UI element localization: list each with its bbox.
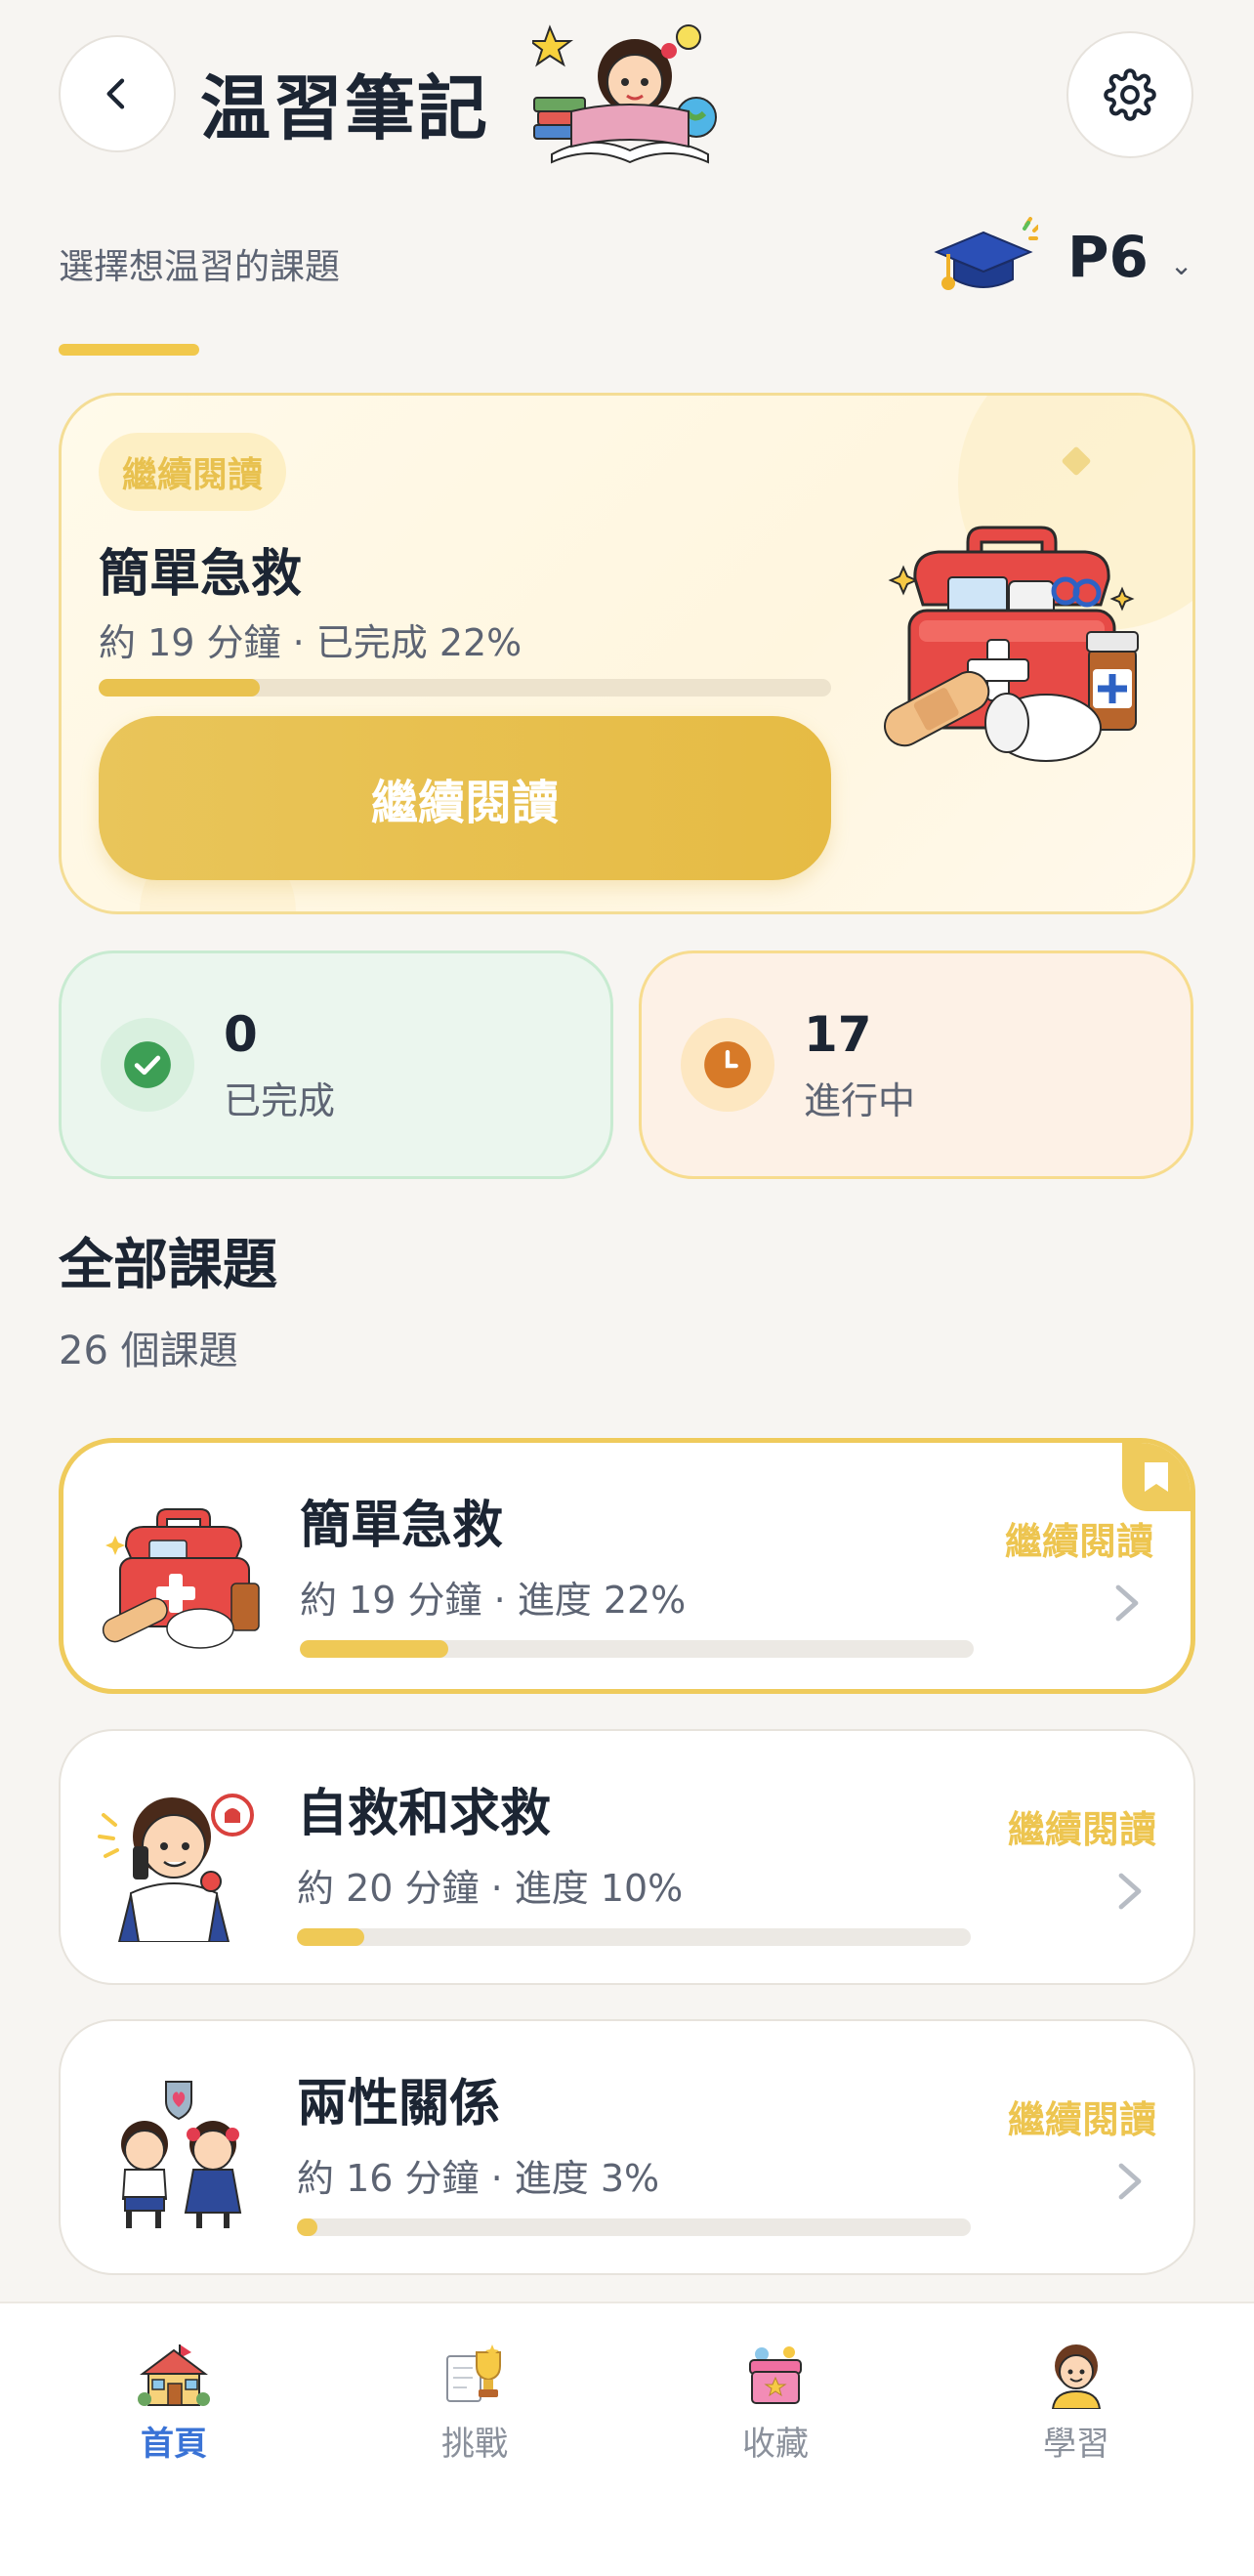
continue-reading-button[interactable]: 繼續閱讀: [99, 716, 831, 880]
topic-name: 兩性關係: [297, 2075, 501, 2133]
topic-progress-fill: [300, 1640, 448, 1658]
continue-badge: 繼續閱讀: [99, 433, 287, 511]
continue-reading-link[interactable]: 繼續閱讀: [1005, 1511, 1153, 1565]
treasure-box-icon: [749, 2346, 802, 2404]
grade-label: P6: [1067, 224, 1149, 290]
bottom-navigation: 首頁 挑戰 收藏 學習: [0, 2302, 1254, 2576]
completed-count: 0: [224, 1005, 258, 1063]
topic-count: 26 個課題: [59, 1329, 238, 1373]
nav-item-home[interactable]: 首頁: [76, 2341, 272, 2465]
topic-meta: 約 16 分鐘 · 進度 3%: [297, 2157, 660, 2200]
topic-meta: 約 19 分鐘 · 進度 22%: [300, 1579, 687, 1622]
nav-label: 挑戰: [441, 2425, 508, 2464]
back-button[interactable]: [59, 35, 176, 152]
continue-progress-fill: [99, 679, 260, 697]
continue-progress-bar: [99, 679, 831, 697]
bookmark-badge: [1122, 1443, 1191, 1511]
nav-item-learning[interactable]: 學習: [979, 2341, 1174, 2465]
house-icon: [138, 2344, 210, 2406]
in-progress-icon-wrap: [681, 1018, 774, 1112]
topic-progress-bar: [300, 1640, 974, 1658]
page-title: 温習筆記: [200, 67, 490, 149]
girl-reading-icon: [532, 24, 717, 164]
completed-label: 已完成: [224, 1078, 336, 1122]
bookmark-icon: [1145, 1462, 1168, 1492]
in-progress-stat-card[interactable]: 17 進行中: [639, 950, 1193, 1179]
topic-card[interactable]: 簡單急救 約 19 分鐘 · 進度 22% 繼續閱讀: [59, 1438, 1195, 1694]
boy-girl-icon: [121, 2081, 242, 2228]
trophy-icon: [446, 2344, 501, 2402]
chevron-right-icon[interactable]: [1115, 2160, 1145, 2203]
completed-icon-wrap: [101, 1018, 194, 1112]
completed-stat-card[interactable]: 0 已完成: [59, 950, 613, 1179]
nav-label: 學習: [1043, 2425, 1109, 2464]
nav-label: 收藏: [742, 2425, 809, 2464]
topic-name: 自救和求救: [297, 1785, 552, 1843]
first-aid-kit-icon: [102, 1508, 260, 1649]
nav-item-challenge[interactable]: 挑戰: [377, 2341, 572, 2465]
graduation-cap-icon: [934, 217, 1038, 290]
topic-progress-bar: [297, 2218, 971, 2236]
chevron-right-icon[interactable]: [1115, 1870, 1145, 1913]
continue-reading-link[interactable]: 繼續閱讀: [1008, 2090, 1156, 2143]
continue-reading-link[interactable]: 繼續閱讀: [1008, 1799, 1156, 1853]
section-title: 全部課題: [59, 1234, 277, 1297]
grade-selector[interactable]: P6 ⌄: [933, 217, 1192, 297]
chevron-right-icon[interactable]: [1112, 1582, 1142, 1625]
chevron-left-icon: [106, 78, 125, 109]
page-subtitle: 選擇想温習的課題: [59, 247, 341, 287]
topic-name: 簡單急救: [300, 1497, 504, 1555]
chevron-down-icon: ⌄: [1169, 248, 1193, 281]
topic-progress-bar: [297, 1928, 971, 1946]
continue-title: 簡單急救: [99, 545, 303, 604]
boy-calling-icon: [98, 1794, 254, 1942]
student-icon: [1051, 2344, 1102, 2410]
settings-button[interactable]: [1066, 31, 1193, 158]
nav-label: 首頁: [141, 2425, 207, 2464]
check-circle-icon: [124, 1041, 171, 1088]
topic-progress-fill: [297, 2218, 317, 2236]
in-progress-label: 進行中: [804, 1078, 916, 1122]
nav-item-collection[interactable]: 收藏: [678, 2341, 873, 2465]
topic-meta: 約 20 分鐘 · 進度 10%: [297, 1867, 684, 1910]
continue-meta: 約 19 分鐘 · 已完成 22%: [99, 621, 522, 664]
clock-icon: [704, 1041, 751, 1088]
first-aid-kit-icon: [884, 526, 1139, 762]
accent-underline: [59, 344, 199, 356]
in-progress-count: 17: [804, 1005, 872, 1063]
topic-card[interactable]: 兩性關係 約 16 分鐘 · 進度 3% 繼續閱讀: [59, 2019, 1195, 2275]
gear-icon: [1104, 68, 1156, 121]
continue-reading-card[interactable]: 繼續閱讀 簡單急救 約 19 分鐘 · 已完成 22% 繼續閱讀: [59, 393, 1195, 914]
topic-progress-fill: [297, 1928, 364, 1946]
topic-card[interactable]: 自救和求救 約 20 分鐘 · 進度 10% 繼續閱讀: [59, 1729, 1195, 1985]
